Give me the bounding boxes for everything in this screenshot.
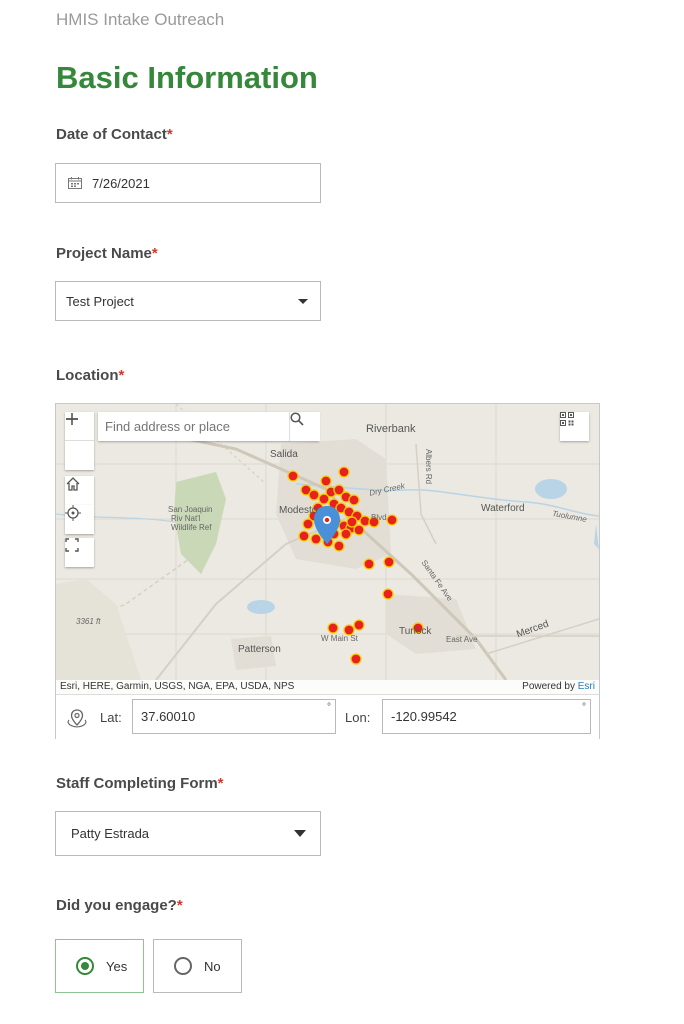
engage-option-yes[interactable]: Yes [55, 939, 144, 993]
latitude-value: 37.60010 [141, 709, 196, 724]
date-of-contact-field[interactable]: 7/26/2021 [55, 163, 321, 203]
powered-by-text: Powered by [522, 681, 575, 692]
incident-marker[interactable] [320, 475, 332, 487]
latitude-label: Lat: [100, 710, 122, 725]
date-of-contact-value: 7/26/2021 [92, 175, 150, 191]
date-of-contact-label-text: Date of Contact [56, 126, 167, 143]
map-label-riv-nat: Riv Nat'l [171, 514, 201, 523]
map-label-turlock: Turlock [399, 626, 432, 637]
incident-marker[interactable] [333, 540, 345, 552]
required-mark: * [176, 897, 183, 914]
project-name-label-text: Project Name [56, 245, 152, 262]
project-name-value: Test Project [66, 293, 134, 309]
map-label-modesto: Modesto [279, 505, 318, 516]
coordinate-row: Lat: 37.60010 ° Lon: -120.99542 ° [56, 694, 599, 740]
basemap-toggle-button[interactable] [560, 412, 589, 441]
radio-selected-icon [76, 957, 94, 975]
geolocate-icon[interactable] [66, 707, 88, 729]
location-label-text: Location [56, 367, 119, 384]
staff-label-text: Staff Completing Form [56, 775, 218, 792]
longitude-value: -120.99542 [391, 709, 457, 724]
incident-marker[interactable] [338, 466, 350, 478]
incident-marker[interactable] [298, 530, 310, 542]
incident-marker[interactable] [363, 558, 375, 570]
required-mark: * [166, 126, 173, 143]
date-of-contact-label: Date of Contact* [56, 126, 173, 143]
longitude-label: Lon: [345, 710, 371, 725]
engage-option-no-label: No [204, 958, 221, 974]
incident-marker[interactable] [348, 494, 360, 506]
map-label-salida: Salida [270, 449, 298, 460]
minus-icon [66, 418, 78, 420]
incident-marker[interactable] [350, 653, 362, 665]
qr-code-icon [560, 412, 574, 426]
map-label-riverbank: Riverbank [366, 423, 416, 435]
map-attribution: Esri, HERE, Garmin, USGS, NGA, EPA, USDA… [56, 680, 599, 694]
staff-label: Staff Completing Form* [56, 775, 224, 792]
fullscreen-button[interactable] [65, 538, 94, 567]
app-title: HMIS Intake Outreach [56, 10, 225, 29]
incident-marker[interactable] [383, 556, 395, 568]
staff-select[interactable]: Patty Estrada [55, 811, 321, 856]
project-name-label: Project Name* [56, 245, 158, 262]
map-label-patterson: Patterson [238, 644, 281, 655]
latitude-input[interactable]: 37.60010 ° [132, 699, 336, 734]
map-label-elevation: 3361 ft [76, 617, 101, 626]
longitude-degree: ° [582, 702, 586, 713]
map-canvas[interactable]: Riverbank Salida Modesto Waterford San J… [56, 404, 599, 694]
crosshair-icon [65, 505, 81, 521]
zoom-out-button[interactable] [65, 418, 94, 470]
incident-marker[interactable] [308, 489, 320, 501]
latitude-degree: ° [327, 702, 331, 713]
map-label-san-joaquin: San Joaquin [168, 505, 213, 514]
radio-unselected-icon [174, 957, 192, 975]
required-mark: * [151, 245, 158, 262]
home-button[interactable] [65, 476, 94, 505]
fullscreen-icon [65, 538, 79, 552]
project-name-select[interactable]: Test Project [55, 281, 321, 321]
engage-label: Did you engage?* [56, 897, 183, 914]
incident-marker[interactable] [318, 493, 330, 505]
required-mark: * [217, 775, 224, 792]
chevron-down-icon [294, 830, 306, 837]
calendar-icon [68, 177, 82, 189]
page-title: Basic Information [56, 60, 318, 95]
home-icon [66, 477, 80, 491]
longitude-input[interactable]: -120.99542 ° [382, 699, 591, 734]
incident-marker[interactable] [287, 470, 299, 482]
map-label-w-main: W Main St [321, 634, 358, 643]
chevron-down-icon [298, 299, 308, 304]
incident-marker[interactable] [340, 528, 352, 540]
map-label-east-ave: East Ave [446, 635, 478, 644]
map-label-blvd: Blvd [371, 513, 387, 522]
required-mark: * [118, 367, 125, 384]
incident-marker[interactable] [302, 518, 314, 530]
incident-marker[interactable] [382, 588, 394, 600]
location-label: Location* [56, 367, 124, 384]
engage-label-text: Did you engage? [56, 897, 177, 914]
search-icon [290, 412, 304, 426]
map-search-button[interactable] [289, 412, 320, 441]
incident-marker[interactable] [353, 524, 365, 536]
zoom-controls [65, 412, 94, 470]
map-label-wildlife: Wildlife Ref [171, 523, 212, 532]
locate-button[interactable] [65, 505, 94, 534]
engage-option-yes-label: Yes [106, 958, 128, 974]
engage-option-no[interactable]: No [153, 939, 242, 993]
location-map-widget: Riverbank Salida Modesto Waterford San J… [55, 403, 600, 740]
esri-link[interactable]: Esri [578, 681, 595, 692]
incident-marker[interactable] [310, 533, 322, 545]
incident-marker[interactable] [386, 514, 398, 526]
incident-marker[interactable] [353, 619, 365, 631]
attribution-text: Esri, HERE, Garmin, USGS, NGA, EPA, USDA… [60, 681, 295, 692]
map-search-input[interactable] [98, 418, 287, 435]
map-label-waterford: Waterford [481, 503, 525, 514]
map-label-albers: Albers Rd [424, 448, 434, 485]
staff-value: Patty Estrada [71, 826, 150, 841]
powered-by: Powered by Esri [522, 681, 595, 692]
incident-marker[interactable] [346, 516, 358, 528]
map-search-box [98, 412, 319, 441]
incident-marker[interactable] [327, 622, 339, 634]
